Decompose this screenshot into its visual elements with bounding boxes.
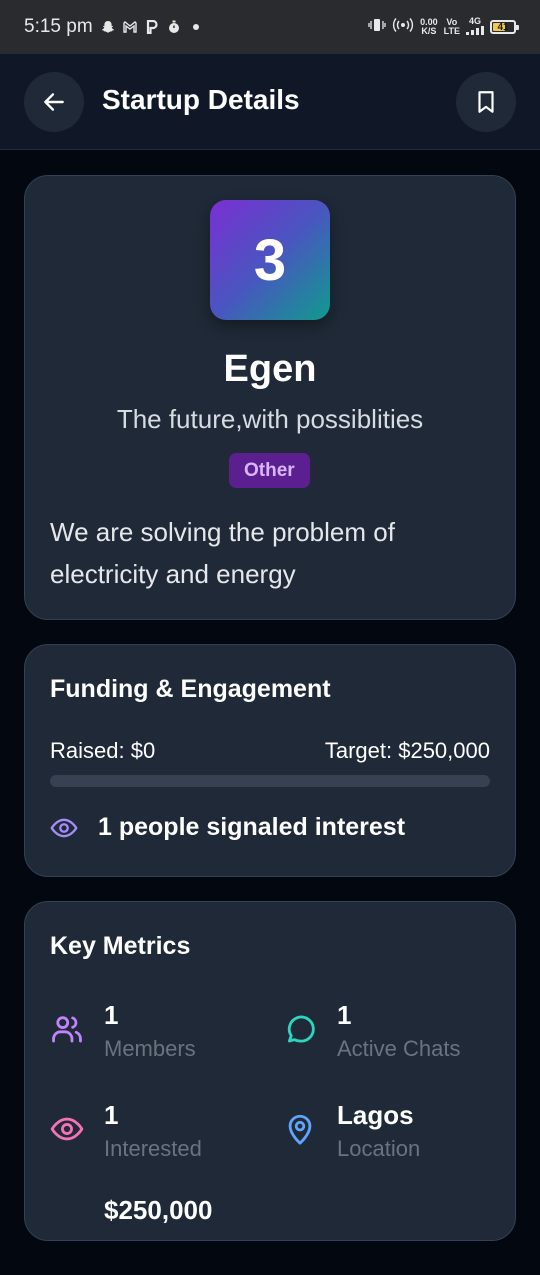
page-title: Startup Details bbox=[102, 84, 300, 115]
startup-logo: 3 bbox=[210, 200, 330, 320]
metrics-title: Key Metrics bbox=[50, 932, 191, 960]
metric-active-chats: 1 Active Chats bbox=[283, 1000, 503, 1080]
bookmark-button[interactable] bbox=[456, 72, 516, 132]
app-bar: Startup Details bbox=[0, 54, 540, 150]
startup-description: We are solving the problem of electricit… bbox=[50, 517, 395, 589]
startup-tagline: The future,with possiblities bbox=[116, 404, 424, 434]
signal-indicator: 4G bbox=[466, 17, 484, 37]
metric-members-label: Members bbox=[104, 1036, 196, 1061]
dot-icon bbox=[189, 20, 203, 34]
paypal-icon bbox=[145, 20, 159, 34]
metric-interested: 1 Interested bbox=[50, 1100, 270, 1180]
users-icon bbox=[52, 1016, 82, 1043]
metric-location-label: Location bbox=[337, 1136, 421, 1161]
metric-members-value: 1 bbox=[104, 1000, 119, 1030]
metric-members: 1 Members bbox=[50, 1000, 270, 1080]
startup-profile-card: 3 Egen The future,with possiblities Othe… bbox=[24, 175, 516, 620]
key-metrics-card: Key Metrics 1 Members 1 Active Chats 1 I… bbox=[24, 901, 516, 1241]
arrow-left-icon bbox=[44, 93, 64, 111]
metric-chats-value: 1 bbox=[337, 1000, 352, 1030]
chat-icon bbox=[287, 1015, 315, 1043]
funding-title: Funding & Engagement bbox=[50, 675, 331, 703]
funding-progress-bar bbox=[50, 775, 490, 787]
metric-target-value: $250,000 bbox=[104, 1195, 213, 1225]
net-speed: 0.00 K/S bbox=[420, 17, 438, 36]
gmail-icon bbox=[122, 20, 137, 34]
hotspot-icon bbox=[392, 17, 414, 38]
eye-icon bbox=[50, 1117, 84, 1141]
volte-indicator: Vo LTE bbox=[443, 17, 460, 36]
status-time: 5:15 pm bbox=[24, 16, 93, 37]
interest-row: 1 people signaled interest bbox=[50, 813, 405, 842]
status-bar: 5:15 pm 0.00 K/S Vo LTE 4G 41 bbox=[0, 0, 540, 54]
metric-interested-label: Interested bbox=[104, 1136, 202, 1161]
eye-icon bbox=[50, 818, 78, 837]
metric-location: Lagos Location bbox=[283, 1100, 503, 1180]
timer-icon bbox=[167, 20, 181, 34]
target-amount: Target: $250,000 bbox=[324, 738, 490, 763]
metric-location-value: Lagos bbox=[337, 1100, 414, 1130]
bookmark-icon bbox=[478, 91, 494, 113]
signal-bars-icon bbox=[466, 26, 484, 35]
map-pin-icon bbox=[288, 1114, 312, 1145]
status-right-icons: 0.00 K/S Vo LTE 4G 41 bbox=[368, 17, 519, 38]
category-badge: Other bbox=[229, 453, 310, 488]
vibrate-icon bbox=[368, 17, 386, 38]
metric-chats-label: Active Chats bbox=[337, 1036, 461, 1061]
battery-icon: 41 bbox=[490, 20, 519, 34]
metric-funding-target: $250,000 bbox=[50, 1195, 270, 1275]
back-button[interactable] bbox=[24, 72, 84, 132]
interest-text: 1 people signaled interest bbox=[98, 813, 406, 841]
raised-amount: Raised: $0 bbox=[50, 738, 156, 763]
funding-card: Funding & Engagement Raised: $0 Target: … bbox=[24, 644, 516, 877]
startup-name: Egen bbox=[223, 348, 317, 390]
metric-interested-value: 1 bbox=[104, 1100, 119, 1130]
status-notification-icons bbox=[101, 20, 203, 34]
snapchat-icon bbox=[101, 20, 115, 34]
